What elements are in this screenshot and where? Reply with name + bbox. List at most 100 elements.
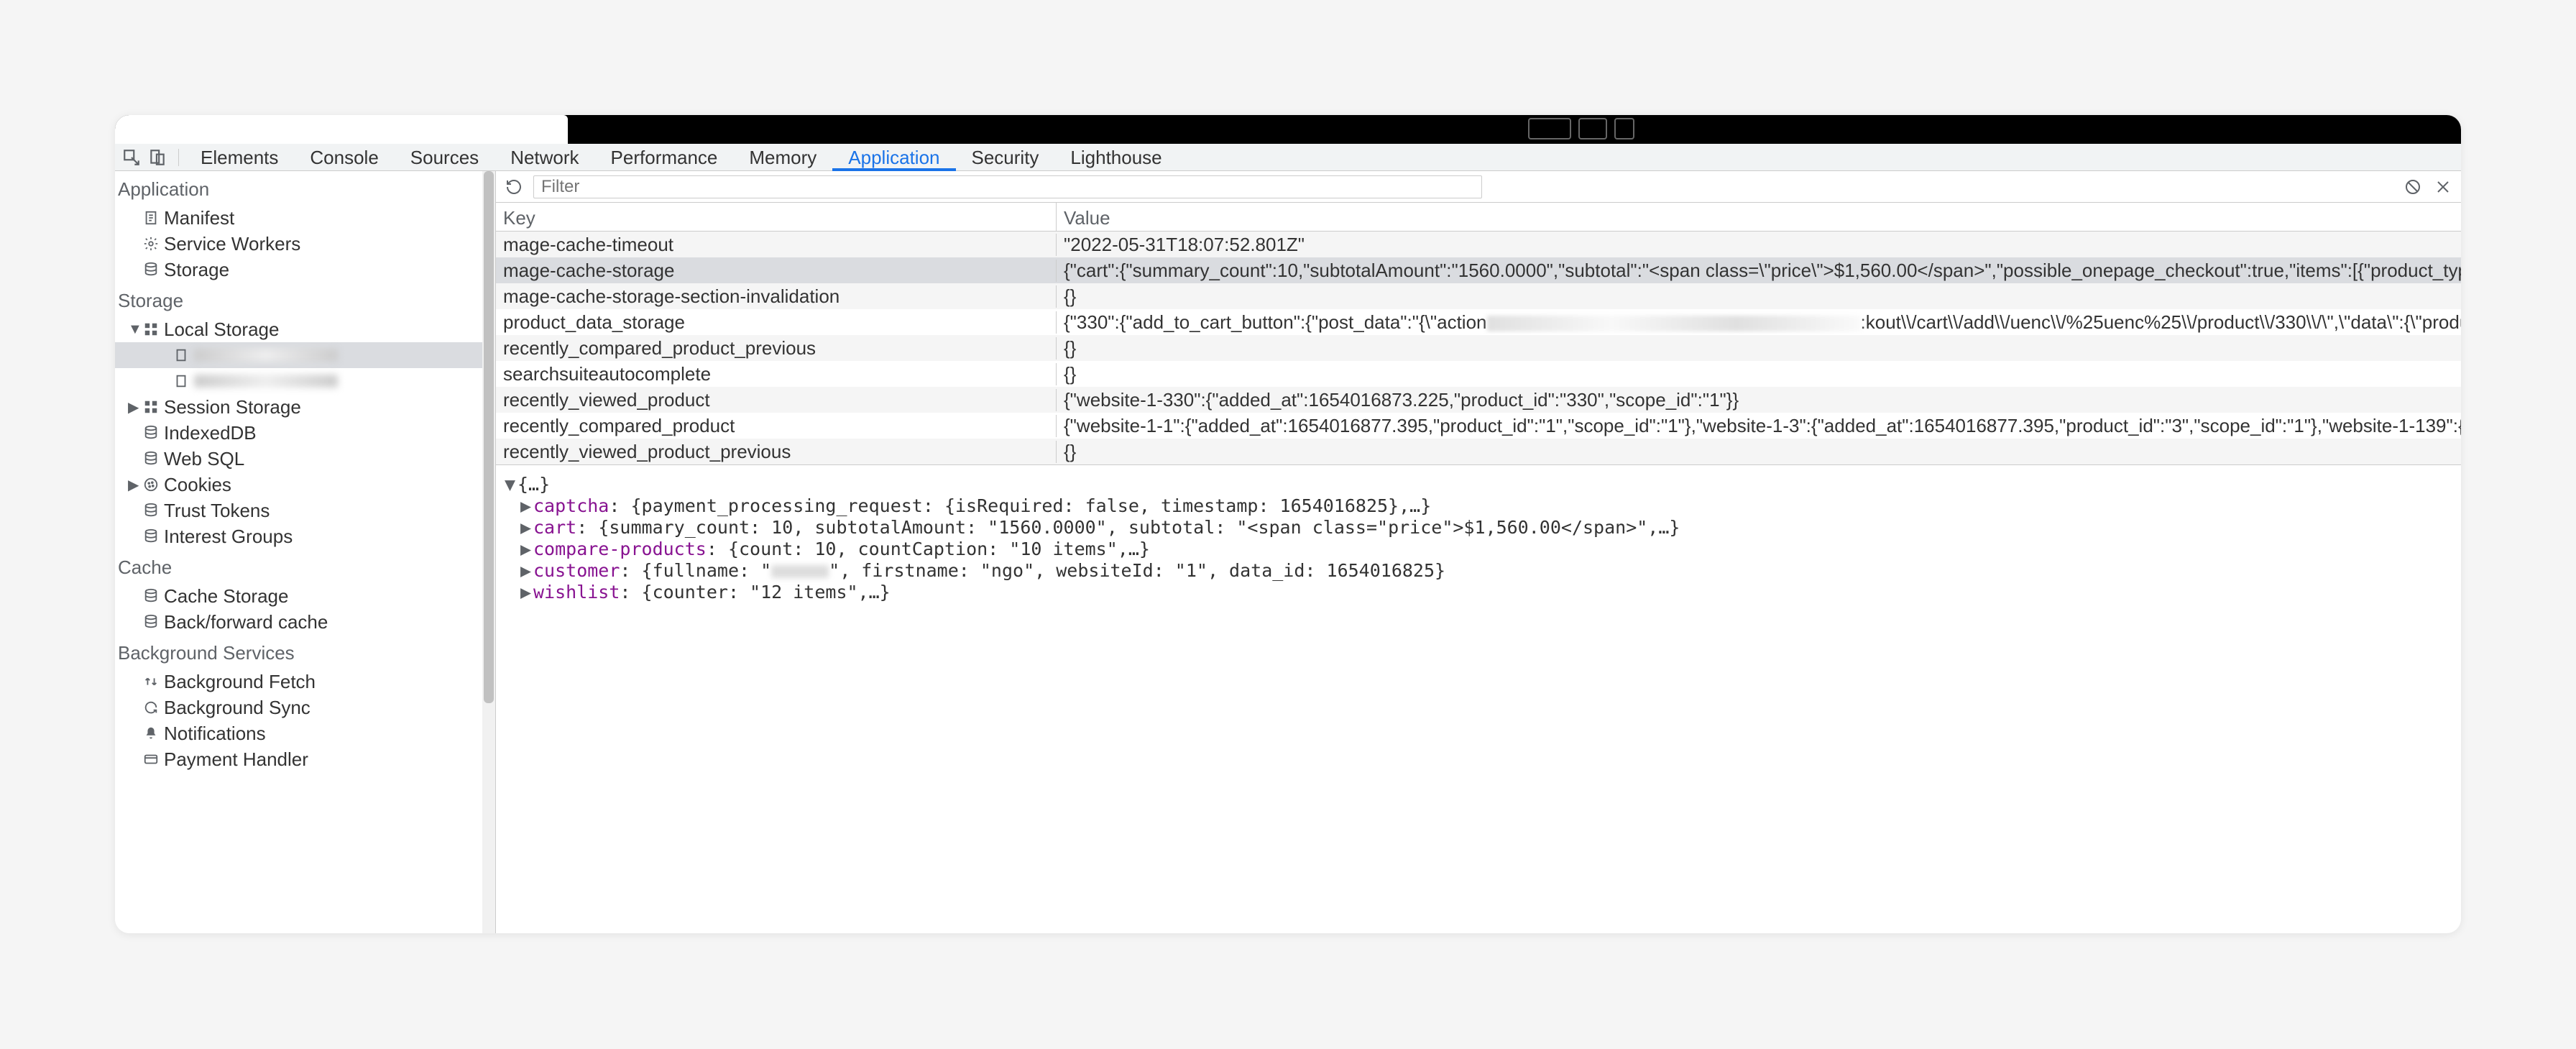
table-row[interactable]: recently_viewed_product_previous{} <box>496 439 2461 464</box>
sidebar-item-manifest[interactable]: Manifest <box>115 205 495 231</box>
expand-icon[interactable]: ▶ <box>520 582 533 603</box>
caret-down-icon[interactable]: ▼ <box>128 321 141 338</box>
scrollbar-thumb[interactable] <box>484 171 494 703</box>
tab-security[interactable]: Security <box>956 144 1055 171</box>
tab-application[interactable]: Application <box>832 144 955 171</box>
browser-controls <box>1528 118 1634 139</box>
sidebar-item-indexeddb[interactable]: IndexedDB <box>115 420 495 446</box>
caret-right-icon[interactable]: ▶ <box>128 476 141 494</box>
sidebar-item-cookies[interactable]: ▶Cookies <box>115 472 495 498</box>
sidebar-item-service-workers[interactable]: Service Workers <box>115 231 495 257</box>
sidebar-item-label: Background Sync <box>161 697 310 719</box>
cell-key: product_data_storage <box>496 311 1057 334</box>
delete-button[interactable] <box>2432 176 2454 198</box>
column-header-key[interactable]: Key <box>496 203 1057 231</box>
gear-icon <box>141 236 161 252</box>
section-header: Background Services <box>115 635 495 669</box>
sidebar-item-background-fetch[interactable]: Background Fetch <box>115 669 495 695</box>
sidebar-item-label: Back/forward cache <box>161 611 328 633</box>
cell-key: searchsuiteautocomplete <box>496 363 1057 385</box>
expand-icon[interactable]: ▶ <box>520 539 533 560</box>
viewer-value: {count: 10, countCaption: "10 items",…} <box>728 539 1150 559</box>
expand-icon[interactable]: ▶ <box>520 517 533 539</box>
cell-value: {} <box>1057 441 2461 463</box>
viewer-key: wishlist <box>533 582 620 603</box>
viewer-line[interactable]: ▶wishlist: {counter: "12 items",…} <box>505 582 2452 603</box>
cell-key: mage-cache-storage-section-invalidation <box>496 285 1057 308</box>
table-row[interactable]: searchsuiteautocomplete{} <box>496 361 2461 387</box>
tab-lighthouse[interactable]: Lighthouse <box>1054 144 1177 171</box>
sidebar-item-session-storage[interactable]: ▶ Session Storage <box>115 394 495 420</box>
cell-value: {"330":{"add_to_cart_button":{"post_data… <box>1057 311 2461 334</box>
table-row[interactable]: mage-cache-storage{"cart":{"summary_coun… <box>496 257 2461 283</box>
sidebar-item-label <box>191 370 338 393</box>
grid-icon <box>141 321 161 337</box>
file-icon <box>171 373 191 389</box>
tab-performance[interactable]: Performance <box>595 144 734 171</box>
tab-memory[interactable]: Memory <box>733 144 832 171</box>
db-icon <box>141 503 161 518</box>
viewer-root[interactable]: ▼{…} <box>505 474 2452 495</box>
refresh-button[interactable] <box>503 176 525 198</box>
sidebar-item-web-sql[interactable]: Web SQL <box>115 446 495 472</box>
sidebar-item-background-sync[interactable]: Background Sync <box>115 695 495 720</box>
cell-value: "2022-05-31T18:07:52.801Z" <box>1057 234 2461 256</box>
tab-network[interactable]: Network <box>494 144 594 171</box>
sidebar-item-label: Background Fetch <box>161 671 316 693</box>
column-header-value[interactable]: Value <box>1057 203 2461 231</box>
sidebar-item-local-storage[interactable]: ▼Local Storage <box>115 316 495 342</box>
cell-key: mage-cache-storage <box>496 260 1057 282</box>
browser-active-tab[interactable] <box>115 115 568 144</box>
cell-key: recently_compared_product <box>496 415 1057 437</box>
cell-key: recently_viewed_product <box>496 389 1057 411</box>
section-header: Application <box>115 171 495 205</box>
sidebar-item-back-forward-cache[interactable]: Back/forward cache <box>115 609 495 635</box>
sidebar-item-label: Trust Tokens <box>161 500 270 522</box>
sidebar-origin-item[interactable] <box>115 342 495 368</box>
viewer-line[interactable]: ▶compare-products: {count: 10, countCapt… <box>505 539 2452 560</box>
expand-icon[interactable]: ▶ <box>520 560 533 582</box>
filter-input[interactable] <box>533 175 1482 198</box>
browser-control-box[interactable] <box>1578 118 1607 139</box>
devtools-window: ElementsConsoleSourcesNetworkPerformance… <box>115 115 2461 933</box>
sidebar-item-storage[interactable]: Storage <box>115 257 495 283</box>
tab-sources[interactable]: Sources <box>395 144 494 171</box>
tab-elements[interactable]: Elements <box>185 144 294 171</box>
cell-key: mage-cache-timeout <box>496 234 1057 256</box>
caret-right-icon[interactable]: ▶ <box>128 398 141 416</box>
manifest-icon <box>141 210 161 226</box>
table-row[interactable]: recently_compared_product{"website-1-1":… <box>496 413 2461 439</box>
cell-value: {"cart":{"summary_count":10,"subtotalAmo… <box>1057 260 2461 282</box>
table-row[interactable]: product_data_storage{"330":{"add_to_cart… <box>496 309 2461 335</box>
device-toggle-icon[interactable] <box>147 147 168 168</box>
cookie-icon <box>141 477 161 493</box>
sync-icon <box>141 700 161 715</box>
cell-value: {} <box>1057 285 2461 308</box>
sidebar-scrollbar[interactable] <box>482 171 495 933</box>
viewer-key: captcha <box>533 495 609 516</box>
sidebar-item-label: Notifications <box>161 723 266 745</box>
viewer-line[interactable]: ▶captcha: {payment_processing_request: {… <box>505 495 2452 517</box>
tab-console[interactable]: Console <box>294 144 394 171</box>
sidebar-item-interest-groups[interactable]: Interest Groups <box>115 523 495 549</box>
table-row[interactable]: recently_compared_product_previous{} <box>496 335 2461 361</box>
sidebar-item-payment-handler[interactable]: Payment Handler <box>115 746 495 772</box>
sidebar-item-trust-tokens[interactable]: Trust Tokens <box>115 498 495 523</box>
viewer-line[interactable]: ▶customer: {fullname: "", firstname: "ng… <box>505 560 2452 582</box>
expand-icon[interactable]: ▶ <box>520 495 533 517</box>
clear-button[interactable] <box>2402 176 2424 198</box>
sidebar-origin-item[interactable] <box>115 368 495 394</box>
table-header: Key Value <box>496 203 2461 232</box>
sidebar-item-label: Session Storage <box>161 396 301 418</box>
table-row[interactable]: mage-cache-storage-section-invalidation{… <box>496 283 2461 309</box>
file-icon <box>171 347 191 363</box>
value-viewer[interactable]: ▼{…} ▶captcha: {payment_processing_reque… <box>496 465 2461 933</box>
table-row[interactable]: recently_viewed_product{"website-1-330":… <box>496 387 2461 413</box>
browser-control-box[interactable] <box>1528 118 1571 139</box>
viewer-line[interactable]: ▶cart: {summary_count: 10, subtotalAmoun… <box>505 517 2452 539</box>
sidebar-item-notifications[interactable]: Notifications <box>115 720 495 746</box>
inspect-icon[interactable] <box>121 147 142 168</box>
table-row[interactable]: mage-cache-timeout"2022-05-31T18:07:52.8… <box>496 232 2461 257</box>
sidebar-item-cache-storage[interactable]: Cache Storage <box>115 583 495 609</box>
browser-control-box[interactable] <box>1614 118 1634 139</box>
